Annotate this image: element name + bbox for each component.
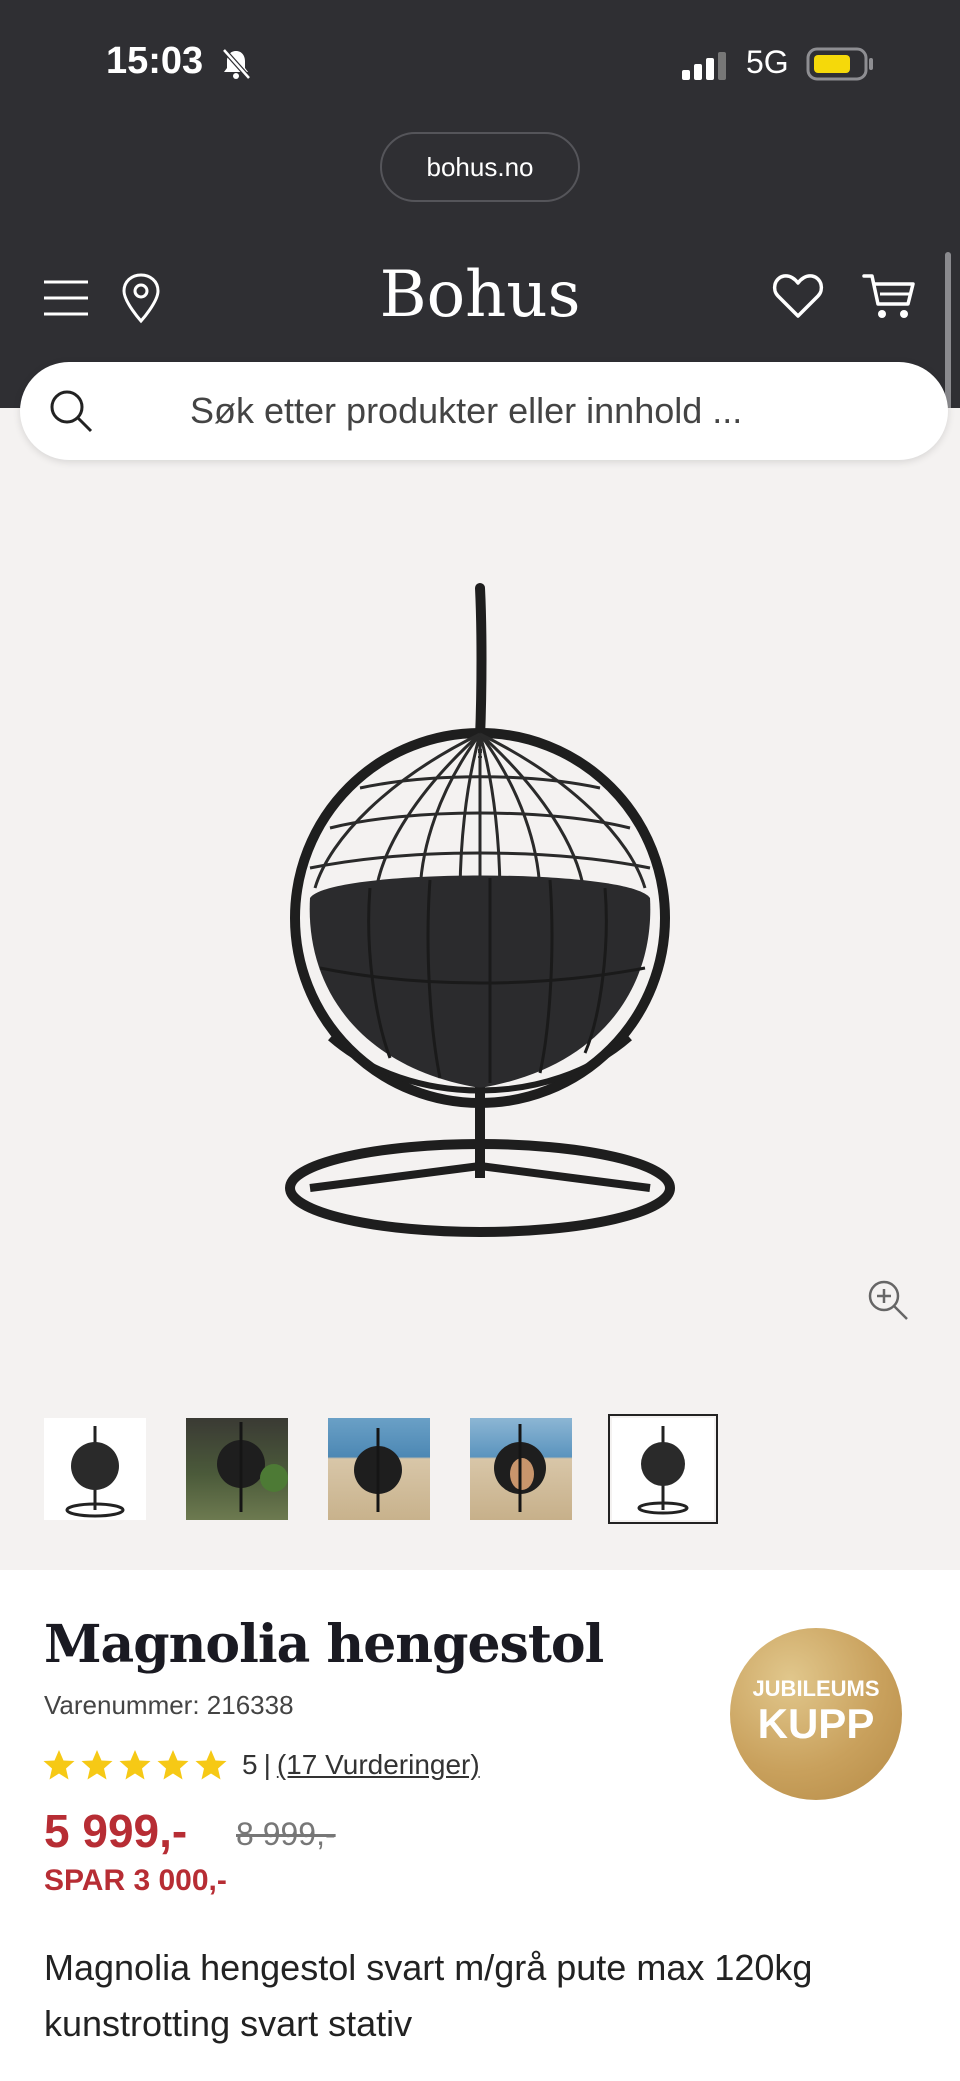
reviews-link[interactable]: (17 Vurderinger) [277,1749,480,1781]
old-price: 8 999,- [236,1816,336,1852]
thumbnail-strip [44,1414,718,1524]
star-icon [81,1750,113,1780]
rating-stars [42,1748,228,1782]
url-bar[interactable]: bohus.no [380,132,580,202]
badge-line-2: KUPP [757,1700,875,1747]
search-bar[interactable] [20,362,948,460]
status-time: 15:03 [106,40,204,82]
search-input[interactable] [190,384,910,438]
bell-muted-icon [222,48,251,80]
product-title: Magnolia hengestol [44,1614,604,1675]
product-main-image[interactable] [270,568,690,1268]
star-icon [43,1750,75,1780]
badge-line-1: JUBILEUMS [752,1676,880,1701]
battery-icon [806,47,873,81]
jubileums-kupp-badge: JUBILEUMS KUPP [730,1628,902,1800]
signal-icon [682,52,726,80]
browser-top-bar: 15:03 5G bohus.no Bohus [0,0,960,494]
zoom-in-icon[interactable] [866,1278,910,1322]
savings-text: SPAR 3 000,- [44,1864,227,1897]
product-sku: Varenummer: 216338 [44,1690,294,1720]
rating-value: 5 [242,1749,258,1780]
heart-icon[interactable] [772,272,824,320]
thumbnail-3[interactable] [328,1418,430,1520]
product-description: Magnolia hengestol svart m/grå pute max … [44,1947,813,2044]
current-price: 5 999,- [44,1805,188,1857]
thumbnail-1[interactable] [44,1418,146,1520]
star-icon [119,1750,151,1780]
rating-separator: | [263,1749,271,1780]
star-icon [157,1750,189,1780]
product-rating: 5 | (17 Vurderinger) [42,1748,480,1782]
star-icon [195,1750,227,1780]
thumbnail-4[interactable] [470,1418,572,1520]
thumbnail-5[interactable] [608,1414,718,1524]
product-gallery [0,408,960,1570]
cart-icon[interactable] [862,270,916,322]
thumbnail-2[interactable] [186,1418,288,1520]
network-type: 5G [746,44,789,80]
search-icon[interactable] [48,388,94,434]
